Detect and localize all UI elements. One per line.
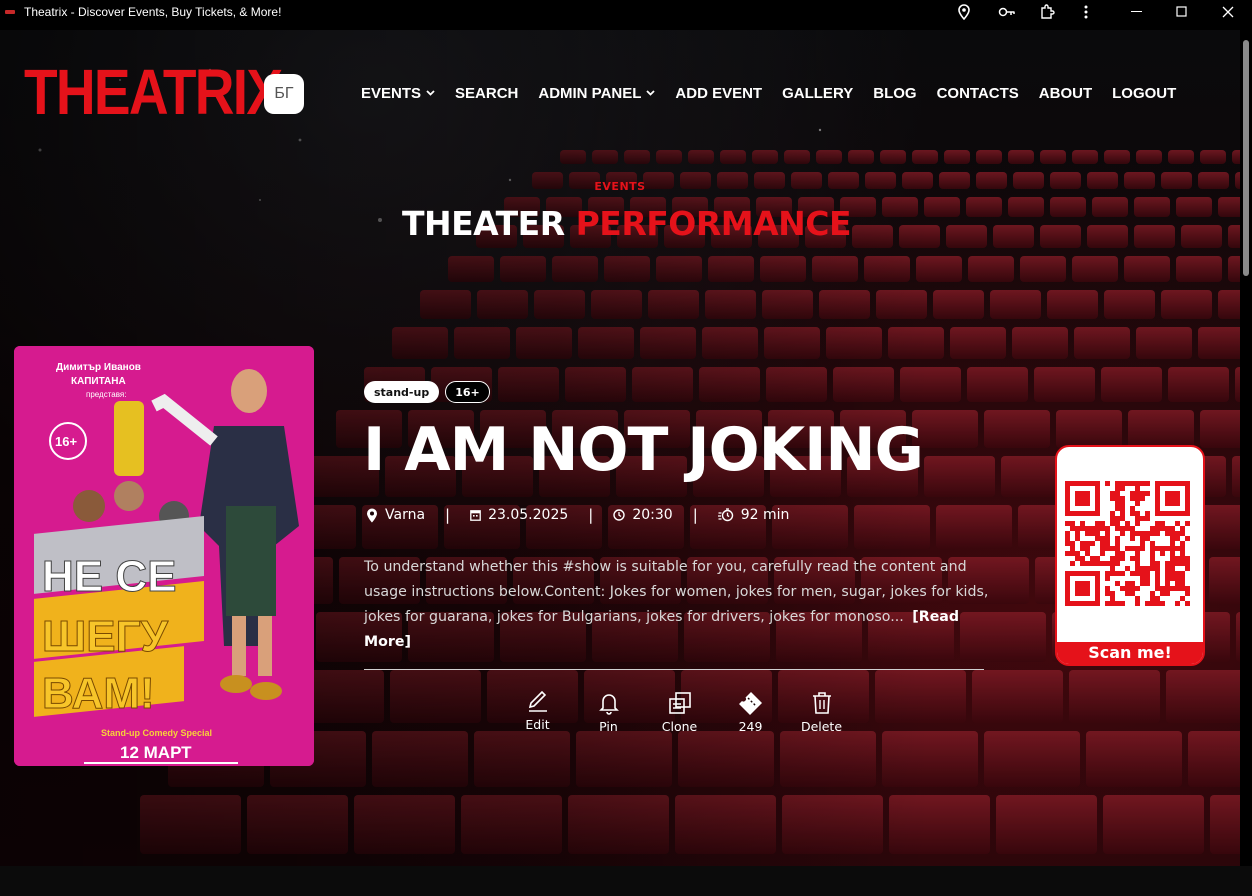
nav-logout[interactable]: LOGOUT — [1112, 85, 1176, 102]
nav-events[interactable]: EVENTS — [361, 85, 435, 102]
nav-blog-label: BLOG — [873, 84, 917, 102]
delete-label: Delete — [800, 719, 843, 734]
scrollbar-thumb[interactable] — [1243, 40, 1249, 276]
meta-separator: | — [588, 506, 594, 524]
event-page: THEATRIX БГ EVENTS SEARCH ADMIN PANEL AD… — [0, 30, 1240, 866]
key-icon[interactable] — [996, 0, 1018, 24]
pin-label: Pin — [599, 719, 618, 734]
heading-white-part: THEATER — [402, 204, 565, 243]
edit-icon — [528, 690, 547, 712]
nav-admin-panel-label: ADMIN PANEL — [538, 84, 642, 102]
main-nav: EVENTS SEARCH ADMIN PANEL ADD EVENT GALL… — [361, 84, 1196, 102]
clone-label: Clone — [661, 719, 698, 734]
location-pin-icon — [367, 508, 377, 522]
nav-gallery[interactable]: GALLERY — [782, 85, 853, 102]
nav-contacts-label: CONTACTS — [936, 84, 1019, 102]
tickets-count-label: 249 — [738, 719, 763, 734]
ticket-icon — [738, 692, 762, 715]
nav-add-event-label: ADD EVENT — [675, 84, 763, 102]
language-toggle-button[interactable]: БГ — [264, 74, 304, 114]
tag-age-rating[interactable]: 16+ — [445, 381, 490, 403]
page-heading: THEATER PERFORMANCE — [402, 204, 852, 243]
event-meta: Varna | 23.05.2025 | 20:30 | 92 min — [366, 505, 789, 525]
event-location: Varna — [366, 507, 425, 523]
window-title-bar: Theatrix - Discover Events, Buy Tickets,… — [0, 0, 1252, 24]
section-kicker: EVENTS — [594, 180, 646, 193]
tickets-count[interactable]: 249 — [715, 690, 786, 734]
poster-title-line2: ШЕГУ — [42, 612, 169, 661]
nav-about[interactable]: ABOUT — [1039, 85, 1092, 102]
more-icon[interactable] — [1078, 0, 1094, 24]
chevron-down-icon — [646, 88, 656, 98]
nav-search-label: SEARCH — [455, 84, 519, 102]
qr-code — [1065, 481, 1190, 606]
app-icon — [5, 10, 15, 14]
clone-button[interactable]: Clone — [644, 690, 715, 734]
nav-add-event[interactable]: ADD EVENT — [675, 85, 762, 102]
poster-title-line3: ВАМ! — [42, 669, 155, 718]
close-icon[interactable] — [1213, 0, 1243, 24]
poster-subtitle: Stand-up Comedy Special — [101, 728, 212, 738]
meta-separator: | — [445, 506, 451, 524]
minimize-icon[interactable] — [1122, 0, 1152, 24]
bell-icon — [598, 694, 619, 715]
clone-icon — [668, 692, 691, 714]
chevron-down-icon — [426, 88, 435, 98]
event-date-text: 23.05.2025 — [488, 507, 569, 523]
event-tags: stand-up 16+ — [364, 381, 496, 403]
poster-date: 12 МАРТ — [120, 743, 192, 762]
poster-age-badge: 16+ — [55, 434, 77, 449]
nav-events-label: EVENTS — [361, 84, 422, 102]
maximize-icon[interactable] — [1167, 0, 1197, 24]
nav-logout-label: LOGOUT — [1112, 84, 1177, 102]
event-description: To understand whether this #show is suit… — [364, 555, 989, 655]
event-duration: 92 min — [717, 507, 790, 523]
event-location-text: Varna — [385, 507, 426, 523]
event-description-text: To understand whether this #show is suit… — [364, 559, 989, 625]
stopwatch-icon — [717, 508, 733, 522]
extensions-icon[interactable] — [1037, 0, 1057, 24]
theatrix-logo[interactable]: THEATRIX — [24, 60, 283, 124]
delete-button[interactable]: Delete — [786, 690, 857, 734]
nav-admin-panel[interactable]: ADMIN PANEL — [538, 84, 656, 102]
page-footer-strip — [0, 866, 1252, 896]
event-time: 20:30 — [613, 507, 673, 523]
edit-button[interactable]: Edit — [502, 690, 573, 734]
nav-gallery-label: GALLERY — [782, 84, 854, 102]
poster-artwork: Димитър Иванов КАПИТАНА представя: 16+ Н… — [14, 346, 314, 766]
tag-genre[interactable]: stand-up — [364, 381, 440, 403]
qr-code-card[interactable]: Scan me! — [1055, 445, 1205, 666]
event-title: I AM NOT JOKING — [363, 415, 924, 485]
meta-separator: | — [692, 506, 698, 524]
calendar-icon — [470, 510, 481, 521]
poster-top-line2: КАПИТАНА — [71, 376, 126, 387]
window-title: Theatrix - Discover Events, Buy Tickets,… — [24, 5, 282, 19]
nav-about-label: ABOUT — [1038, 84, 1093, 102]
event-actions: Edit Pin Clone 249 Delete — [502, 690, 857, 734]
event-poster[interactable]: Димитър Иванов КАПИТАНА представя: 16+ Н… — [14, 346, 314, 766]
qr-scan-label: Scan me! — [1057, 642, 1203, 664]
poster-title-line1: НЕ СЕ — [42, 552, 176, 601]
pin-button[interactable]: Pin — [573, 690, 644, 734]
divider — [364, 669, 984, 670]
nav-contacts[interactable]: CONTACTS — [937, 85, 1019, 102]
heading-red-part: PERFORMANCE — [575, 204, 852, 243]
clock-icon — [613, 509, 626, 521]
page-scrollbar[interactable] — [1240, 30, 1252, 866]
edit-label: Edit — [525, 717, 550, 732]
event-time-text: 20:30 — [632, 507, 673, 523]
location-icon[interactable] — [954, 0, 974, 24]
poster-top-line3: представя: — [86, 390, 126, 399]
trash-icon — [812, 692, 831, 714]
poster-top-line1: Димитър Иванов — [56, 362, 141, 373]
nav-search[interactable]: SEARCH — [455, 85, 518, 102]
event-date: 23.05.2025 — [470, 507, 568, 523]
event-duration-text: 92 min — [740, 507, 790, 523]
nav-blog[interactable]: BLOG — [873, 85, 916, 102]
